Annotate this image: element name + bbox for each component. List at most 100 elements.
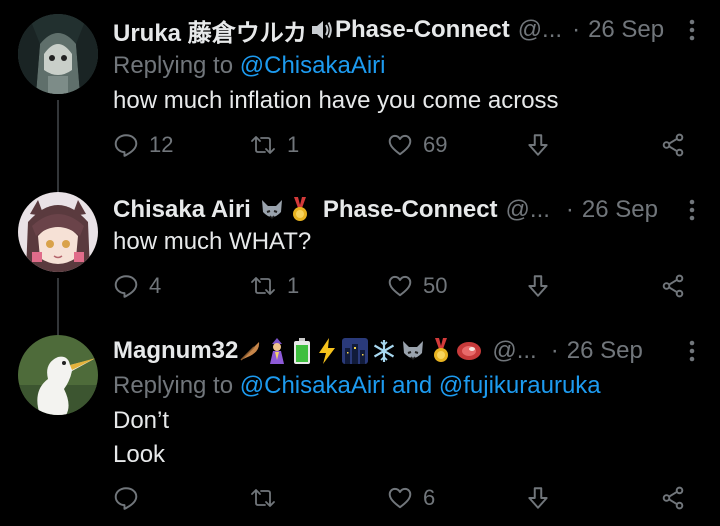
handle[interactable]: @... — [506, 196, 550, 224]
more-options-button[interactable] — [682, 336, 702, 366]
tweet[interactable]: Chisaka Airi Phase-Connect @... · 26 Sep — [0, 180, 720, 336]
more-dots-icon — [689, 199, 695, 221]
replying-prefix: Replying to — [113, 52, 234, 79]
tweet-text-line: how much inflation have you come across — [113, 87, 559, 114]
vote-button[interactable] — [525, 483, 551, 513]
like-button[interactable]: 69 — [387, 130, 447, 160]
retweet-button[interactable]: 1 — [249, 271, 299, 301]
replying-prefix: Replying to — [113, 372, 234, 399]
like-count: 50 — [423, 273, 448, 298]
medal-emoji — [289, 197, 311, 223]
tweet-actions: 4 1 50 — [113, 271, 688, 301]
retweet-button[interactable]: 1 — [249, 130, 299, 160]
share-icon — [662, 133, 684, 157]
city-night-emoji — [342, 338, 369, 364]
reply-count: 4 — [149, 273, 162, 298]
handle[interactable]: @... — [492, 337, 536, 365]
avatar-image — [18, 192, 98, 272]
avatar[interactable] — [18, 14, 98, 94]
mention-joiner: and — [392, 372, 433, 399]
avatar-image — [18, 335, 98, 415]
battery-emoji — [292, 338, 312, 364]
tweet-text-line: Don’t — [113, 407, 170, 434]
share-icon — [662, 486, 684, 510]
tweet-text-line: Look — [113, 441, 166, 468]
lightning-emoji — [316, 338, 338, 364]
avatar[interactable] — [18, 335, 98, 415]
timestamp[interactable]: 26 Sep — [582, 196, 658, 224]
tweet[interactable]: Magnum32 @... · 26 Sep Replying to @Chis… — [0, 320, 720, 526]
retweet-icon — [251, 136, 275, 154]
more-options-button[interactable] — [682, 15, 702, 45]
like-count: 6 — [423, 485, 436, 510]
share-button[interactable] — [660, 483, 686, 513]
tweet[interactable]: Uruka 藤倉ウルカ Phase-Connect @... · 26 Sep … — [0, 0, 720, 192]
heart-icon — [388, 275, 412, 297]
timestamp[interactable]: 26 Sep — [567, 337, 643, 365]
avatar[interactable] — [18, 192, 98, 272]
mage-emoji — [266, 338, 288, 364]
more-options-button[interactable] — [682, 195, 702, 225]
tweet-text: how much WHAT? — [113, 225, 311, 259]
display-name-suffix[interactable]: Phase-Connect — [335, 16, 510, 44]
replying-to: Replying to @ChisakaAiri — [113, 52, 385, 80]
mention-link[interactable]: @fujikurauruka — [439, 372, 601, 399]
reply-icon — [114, 134, 138, 157]
tweet-text: Don’t Look — [113, 404, 169, 472]
display-name[interactable]: Chisaka Airi — [113, 196, 251, 224]
retweet-button[interactable] — [249, 483, 287, 513]
separator-dot: · — [572, 16, 581, 43]
display-name-suffix[interactable]: Phase-Connect — [323, 196, 498, 224]
feather-emoji — [238, 339, 262, 363]
share-button[interactable] — [660, 271, 686, 301]
retweet-count: 1 — [287, 273, 300, 298]
separator-dot: · — [550, 337, 559, 364]
like-button[interactable]: 50 — [387, 271, 447, 301]
snowflake-emoji — [372, 339, 396, 363]
retweet-count: 1 — [287, 132, 300, 157]
retweet-icon — [251, 489, 275, 507]
like-button[interactable]: 6 — [387, 483, 435, 513]
reply-icon — [114, 275, 138, 298]
vote-button[interactable] — [525, 130, 551, 160]
timestamp[interactable]: 26 Sep — [588, 16, 664, 44]
share-button[interactable] — [660, 130, 686, 160]
mention-link[interactable]: @ChisakaAiri — [240, 372, 386, 399]
heart-icon — [388, 487, 412, 509]
medal-emoji — [430, 338, 452, 364]
replying-to: Replying to @ChisakaAiri and @fujikuraur… — [113, 372, 601, 400]
speaker-icon — [309, 19, 333, 41]
avatar-image — [18, 14, 98, 94]
tweet-actions: 6 — [113, 483, 688, 513]
reply-icon — [114, 487, 138, 510]
handle[interactable]: @... — [518, 16, 562, 44]
tweet-actions: 12 1 69 — [113, 130, 688, 160]
reply-button[interactable]: 4 — [113, 271, 161, 301]
more-dots-icon — [689, 340, 695, 362]
tweet-header: Chisaka Airi Phase-Connect @... · 26 Sep — [113, 195, 680, 225]
separator-dot: · — [565, 196, 574, 223]
heart-icon — [388, 134, 412, 156]
tweet-header: Uruka 藤倉ウルカ Phase-Connect @... · 26 Sep — [113, 13, 680, 48]
arrow-down-icon — [528, 275, 548, 297]
arrow-down-icon — [528, 134, 548, 156]
reply-button[interactable] — [113, 483, 149, 513]
vote-button[interactable] — [525, 271, 551, 301]
tweet-header: Magnum32 @... · 26 Sep — [113, 336, 680, 366]
arrow-down-icon — [528, 487, 548, 509]
wolf-emoji — [259, 198, 285, 222]
wolf-emoji — [400, 339, 426, 363]
tweet-text: how much inflation have you come across — [113, 84, 559, 118]
display-name[interactable]: Uruka 藤倉ウルカ — [113, 13, 307, 48]
reply-button[interactable]: 12 — [113, 130, 173, 160]
meat-emoji — [456, 339, 482, 363]
share-icon — [662, 274, 684, 298]
thread-connector-line — [57, 100, 59, 192]
like-count: 69 — [423, 132, 448, 157]
mention-link[interactable]: @ChisakaAiri — [240, 52, 386, 79]
retweet-icon — [251, 277, 275, 295]
reply-count: 12 — [149, 132, 174, 157]
tweet-text-line: how much WHAT? — [113, 228, 312, 255]
more-dots-icon — [689, 19, 695, 41]
display-name[interactable]: Magnum32 — [113, 337, 238, 365]
